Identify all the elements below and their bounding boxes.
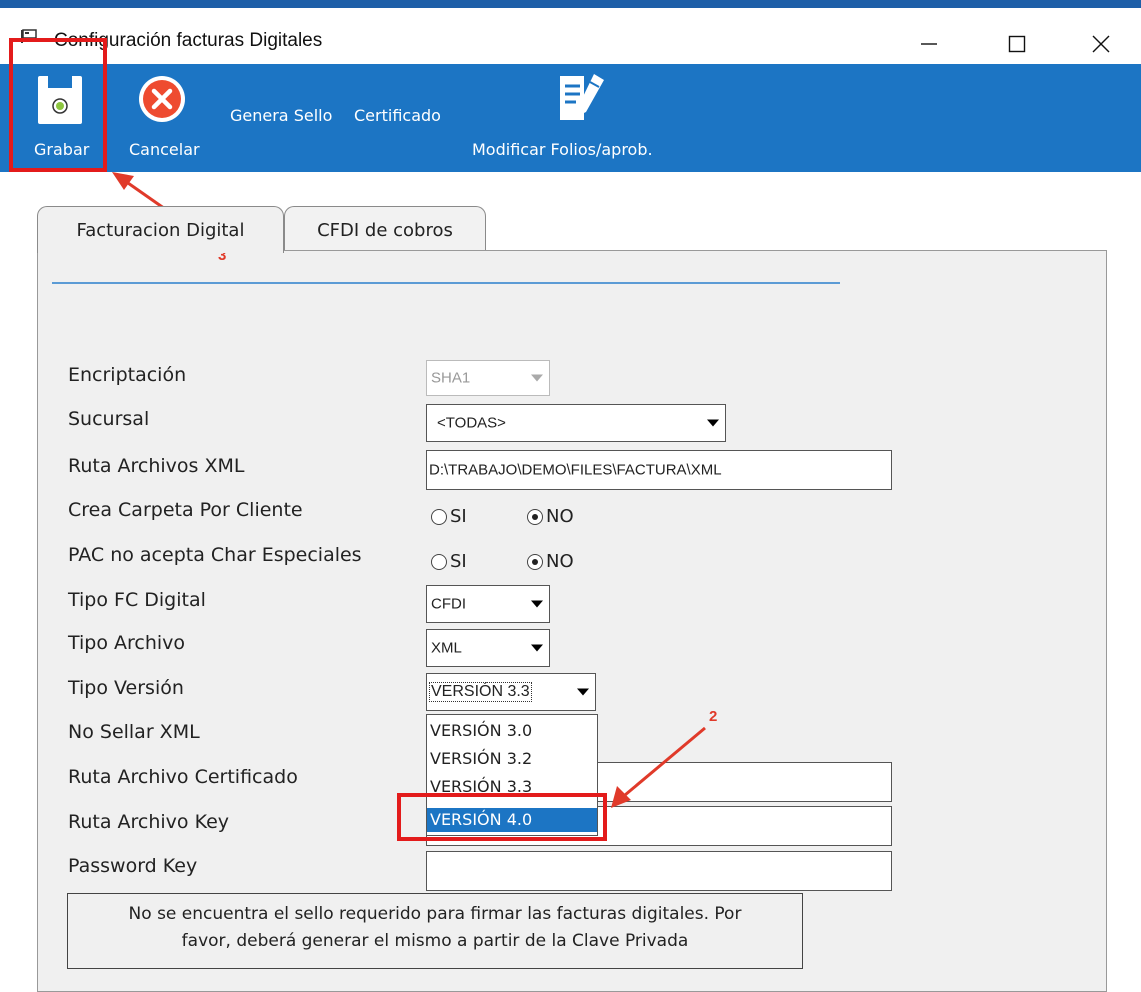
tab-facturacion-digital[interactable]: Facturacion Digital [37, 206, 284, 253]
sucursal-select[interactable]: <TODAS> [426, 404, 726, 442]
crea-carpeta-label: Crea Carpeta Por Cliente [68, 499, 303, 521]
chevron-down-icon [577, 688, 589, 696]
message-line-2: favor, deberá generar el mismo a partir … [181, 931, 689, 951]
maximize-icon [1008, 35, 1026, 53]
crea-carpeta-si-radio[interactable]: SI [431, 506, 467, 527]
genera-sello-button[interactable]: Genera Sello [230, 106, 332, 125]
chevron-down-icon [531, 644, 543, 652]
no-sellar-label: No Sellar XML [68, 721, 200, 743]
window-top-border [0, 0, 1141, 8]
tipo-archivo-value: XML [431, 639, 462, 657]
highlight-grabar-box [9, 38, 107, 172]
tipo-fc-select[interactable]: CFDI [426, 585, 550, 623]
radio-selected-icon [527, 553, 543, 570]
ruta-key-label: Ruta Archivo Key [68, 811, 230, 833]
tipo-version-label: Tipo Versión [68, 677, 184, 699]
chevron-down-icon [531, 374, 543, 382]
toolbar: Grabar Cancelar Genera Sello Certificado… [0, 64, 1141, 172]
tipo-archivo-label: Tipo Archivo [68, 632, 186, 654]
modificar-folios-label: Modificar Folios/aprob. [472, 140, 653, 159]
radio-si-label: SI [450, 506, 467, 527]
highlight-version-box [397, 793, 607, 841]
version-option[interactable]: VERSIÓN 3.0 [427, 719, 597, 743]
ruta-xml-label: Ruta Archivos XML [68, 455, 245, 477]
active-tab-joiner [38, 248, 281, 252]
radio-no-label: NO [546, 551, 574, 572]
radio-icon [431, 553, 447, 570]
ruta-cert-label: Ruta Archivo Certificado [68, 766, 298, 788]
chevron-down-icon [531, 600, 543, 608]
section-divider [52, 282, 840, 284]
tab-cfdi-de-cobros[interactable]: CFDI de cobros [284, 206, 486, 253]
pac-char-no-radio[interactable]: NO [527, 551, 574, 572]
encriptacion-select[interactable]: SHA1 [426, 360, 550, 396]
cancel-icon [139, 76, 185, 122]
tipo-version-select[interactable]: VERSIÓN 3.3 [426, 673, 596, 711]
password-label: Password Key [68, 855, 198, 877]
chevron-down-icon [707, 419, 719, 427]
pac-char-label: PAC no acepta Char Especiales [68, 544, 362, 566]
crea-carpeta-no-radio[interactable]: NO [527, 506, 574, 527]
annotation-number-2: 2 [709, 708, 718, 725]
message-box: No se encuentra el sello requerido para … [67, 893, 803, 969]
tipo-fc-label: Tipo FC Digital [68, 589, 206, 611]
radio-icon [431, 508, 447, 525]
close-icon [1092, 35, 1110, 53]
radio-selected-icon [527, 508, 543, 525]
certificado-button[interactable]: Certificado [354, 106, 441, 125]
cancelar-label: Cancelar [129, 140, 200, 159]
maximize-button[interactable] [988, 20, 1046, 68]
cancelar-button[interactable]: Cancelar [125, 64, 215, 172]
message-line-1: No se encuentra el sello requerido para … [128, 904, 742, 924]
tipo-version-value: VERSIÓN 3.3 [429, 682, 532, 702]
radio-si-label: SI [450, 551, 467, 572]
title-bar: Configuración facturas Digitales [0, 8, 1141, 64]
version-option[interactable]: VERSIÓN 3.2 [427, 747, 597, 771]
ruta-xml-value: D:\TRABAJO\DEMO\FILES\FACTURA\XML [429, 461, 722, 479]
sucursal-value: <TODAS> [437, 414, 506, 432]
encriptacion-label: Encriptación [68, 364, 187, 386]
document-edit-icon [560, 74, 604, 120]
modificar-folios-button[interactable]: Modificar Folios/aprob. [468, 64, 708, 172]
tipo-fc-value: CFDI [431, 595, 466, 613]
minimize-button[interactable] [900, 20, 958, 68]
encriptacion-value: SHA1 [431, 369, 471, 387]
close-button[interactable] [1072, 20, 1130, 68]
tipo-archivo-select[interactable]: XML [426, 629, 550, 667]
password-input[interactable] [426, 851, 892, 891]
sucursal-label: Sucursal [68, 408, 150, 430]
minimize-icon [921, 43, 937, 45]
pac-char-si-radio[interactable]: SI [431, 551, 467, 572]
ruta-xml-input[interactable]: D:\TRABAJO\DEMO\FILES\FACTURA\XML [426, 450, 892, 490]
radio-no-label: NO [546, 506, 574, 527]
